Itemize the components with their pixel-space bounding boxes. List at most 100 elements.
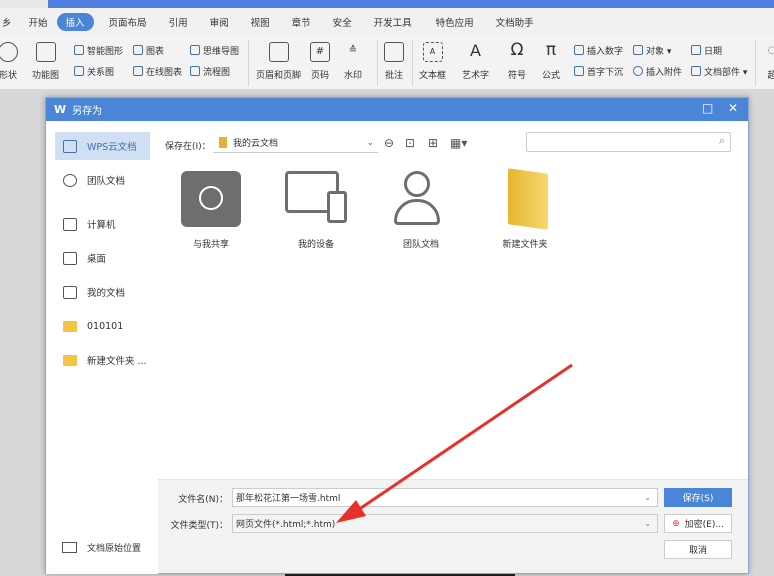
- file-item-shared[interactable]: 与我共享: [166, 171, 256, 250]
- tab-insert[interactable]: 插入: [56, 13, 94, 31]
- label: 智能图形: [87, 47, 124, 57]
- save-in-select[interactable]: 我的云文档 ⌄: [213, 133, 378, 153]
- label: 文本框: [419, 71, 447, 81]
- chevron-down-icon: ⌄: [366, 137, 374, 148]
- mind-map-icon: [190, 45, 200, 55]
- calendar-icon: [691, 45, 701, 55]
- function-chart-icon: [35, 42, 56, 62]
- save-button[interactable]: 保存(S): [664, 488, 732, 507]
- symbol-button[interactable]: Ω 符号: [507, 42, 527, 82]
- sidebar: WPS云文档 团队文档 计算机 桌面 我的文档 010101 新建文件夹 ...…: [46, 121, 158, 574]
- pi-icon: π: [545, 40, 557, 60]
- divider: [377, 40, 378, 86]
- search-input[interactable]: ⌕: [526, 132, 731, 152]
- back-icon[interactable]: ⊖: [384, 136, 394, 150]
- smart-graphic-button[interactable]: 智能图形: [74, 44, 123, 57]
- filetype-select[interactable]: 网页文件(*.html;*.htm) ⌄: [232, 514, 658, 533]
- shared-folder-icon: [181, 171, 241, 227]
- flowchart-button[interactable]: 流程图: [190, 65, 230, 78]
- filename-input[interactable]: 那年松花江第一场雪.html ⌄: [232, 488, 658, 507]
- tab-home[interactable]: 开始: [20, 13, 57, 31]
- sidebar-item-team-docs[interactable]: 团队文档: [55, 166, 150, 194]
- cancel-button[interactable]: 取消: [664, 540, 732, 559]
- online-chart-button[interactable]: 在线图表: [133, 65, 182, 78]
- tab-security[interactable]: 安全: [324, 13, 361, 31]
- function-chart-button[interactable]: 功能图: [32, 42, 59, 81]
- hyperlink-button[interactable]: ◌ 超: [762, 42, 774, 81]
- chart-button[interactable]: 图表: [133, 44, 164, 57]
- insert-attachment-button[interactable]: 插入附件: [633, 65, 682, 78]
- devices-icon: [285, 171, 347, 227]
- comment-button[interactable]: 批注: [384, 42, 404, 81]
- label: 我的设备: [297, 240, 334, 250]
- label: 对象: [646, 47, 665, 57]
- filename-label: 文件名(N)：: [178, 495, 228, 505]
- up-folder-icon[interactable]: ⊡: [405, 136, 415, 150]
- tab-developer[interactable]: 开发工具: [365, 13, 421, 31]
- tab-section[interactable]: 章节: [283, 13, 320, 31]
- insert-number-button[interactable]: 插入数字: [574, 44, 623, 57]
- wordart-icon: A: [470, 41, 481, 60]
- header-footer-button[interactable]: 页眉和页脚: [256, 42, 301, 81]
- tab-doc-assistant[interactable]: 文档助手: [487, 13, 543, 31]
- shape-button[interactable]: 形状: [0, 42, 18, 81]
- monitor-icon: [63, 217, 77, 231]
- label: 页码: [310, 71, 329, 81]
- label: 计算机: [87, 220, 116, 231]
- app-title-bar: [48, 0, 774, 8]
- file-browser: 保存在(I)： 我的云文档 ⌄ ⊖ ⊡ ⊞ ▦▾ ⌕ 与我共享 我的设备 团队文档…: [158, 121, 748, 479]
- tab-partial[interactable]: 乡: [0, 13, 20, 31]
- date-button[interactable]: 日期: [691, 44, 722, 57]
- team-icon: [63, 173, 77, 187]
- header-footer-icon: [268, 42, 289, 62]
- doc-parts-button[interactable]: 文档部件 ▾: [691, 65, 747, 78]
- filetype-value: 网页文件(*.html;*.htm): [236, 520, 336, 530]
- team-people-icon: [390, 171, 452, 227]
- tab-view[interactable]: 视图: [242, 13, 279, 31]
- new-folder-icon[interactable]: ⊞: [428, 136, 438, 150]
- sidebar-item-computer[interactable]: 计算机: [55, 210, 150, 238]
- page-number-button[interactable]: # 页码: [310, 42, 330, 81]
- file-item-new-folder[interactable]: 新建文件夹: [480, 168, 570, 250]
- mind-map-button[interactable]: 思维导图: [190, 44, 239, 57]
- chart-icon: [133, 45, 143, 55]
- sidebar-item-folder-010101[interactable]: 010101: [55, 312, 150, 340]
- tab-special[interactable]: 特色应用: [427, 13, 483, 31]
- relation-chart-button[interactable]: 关系图: [74, 65, 114, 78]
- sidebar-item-my-documents[interactable]: 我的文档: [55, 278, 150, 306]
- label: 我的文档: [87, 288, 126, 299]
- view-menu-icon[interactable]: ▦▾: [450, 136, 467, 150]
- label: 日期: [704, 47, 723, 57]
- sidebar-item-new-folder[interactable]: 新建文件夹 ...: [55, 346, 150, 374]
- chevron-down-icon[interactable]: ⌄: [644, 493, 651, 502]
- original-location-link[interactable]: 文档原始位置: [62, 541, 141, 554]
- file-item-my-devices[interactable]: 我的设备: [271, 171, 361, 250]
- object-button[interactable]: 对象 ▾: [633, 44, 671, 57]
- wordart-button[interactable]: A 艺术字: [462, 42, 489, 81]
- relation-chart-icon: [74, 66, 84, 76]
- drop-cap-button[interactable]: 首字下沉: [574, 65, 623, 78]
- desktop-icon: [63, 251, 77, 265]
- encrypt-button[interactable]: ⊕ 加密(E)...: [664, 514, 732, 533]
- maximize-button[interactable]: □: [702, 101, 713, 115]
- sidebar-item-wps-cloud[interactable]: WPS云文档: [55, 132, 150, 160]
- formula-button[interactable]: π 公式: [541, 40, 561, 82]
- insert-number-icon: [574, 45, 584, 55]
- save-as-dialog: W 另存为 □ ✕ WPS云文档 团队文档 计算机 桌面 我的文档 010101…: [45, 97, 749, 574]
- save-options-panel: 文件名(N)： 那年松花江第一场雪.html ⌄ 文件类型(T)： 网页文件(*.…: [158, 479, 748, 573]
- tab-page-layout[interactable]: 页面布局: [100, 13, 156, 31]
- folder-icon: [63, 320, 77, 332]
- divider: [412, 40, 413, 86]
- file-item-team-docs[interactable]: 团队文档: [376, 171, 466, 250]
- label: 桌面: [87, 254, 107, 265]
- tab-review[interactable]: 审阅: [201, 13, 238, 31]
- folder-icon: [219, 137, 227, 148]
- dialog-title: 另存为: [72, 106, 103, 117]
- watermark-button[interactable]: ≙ 水印: [343, 42, 363, 81]
- tab-references[interactable]: 引用: [160, 13, 197, 31]
- sidebar-item-desktop[interactable]: 桌面: [55, 244, 150, 272]
- label: WPS云文档: [87, 142, 137, 153]
- close-button[interactable]: ✕: [728, 101, 738, 115]
- smart-graphic-icon: [74, 45, 84, 55]
- textbox-button[interactable]: A 文本框: [419, 42, 446, 81]
